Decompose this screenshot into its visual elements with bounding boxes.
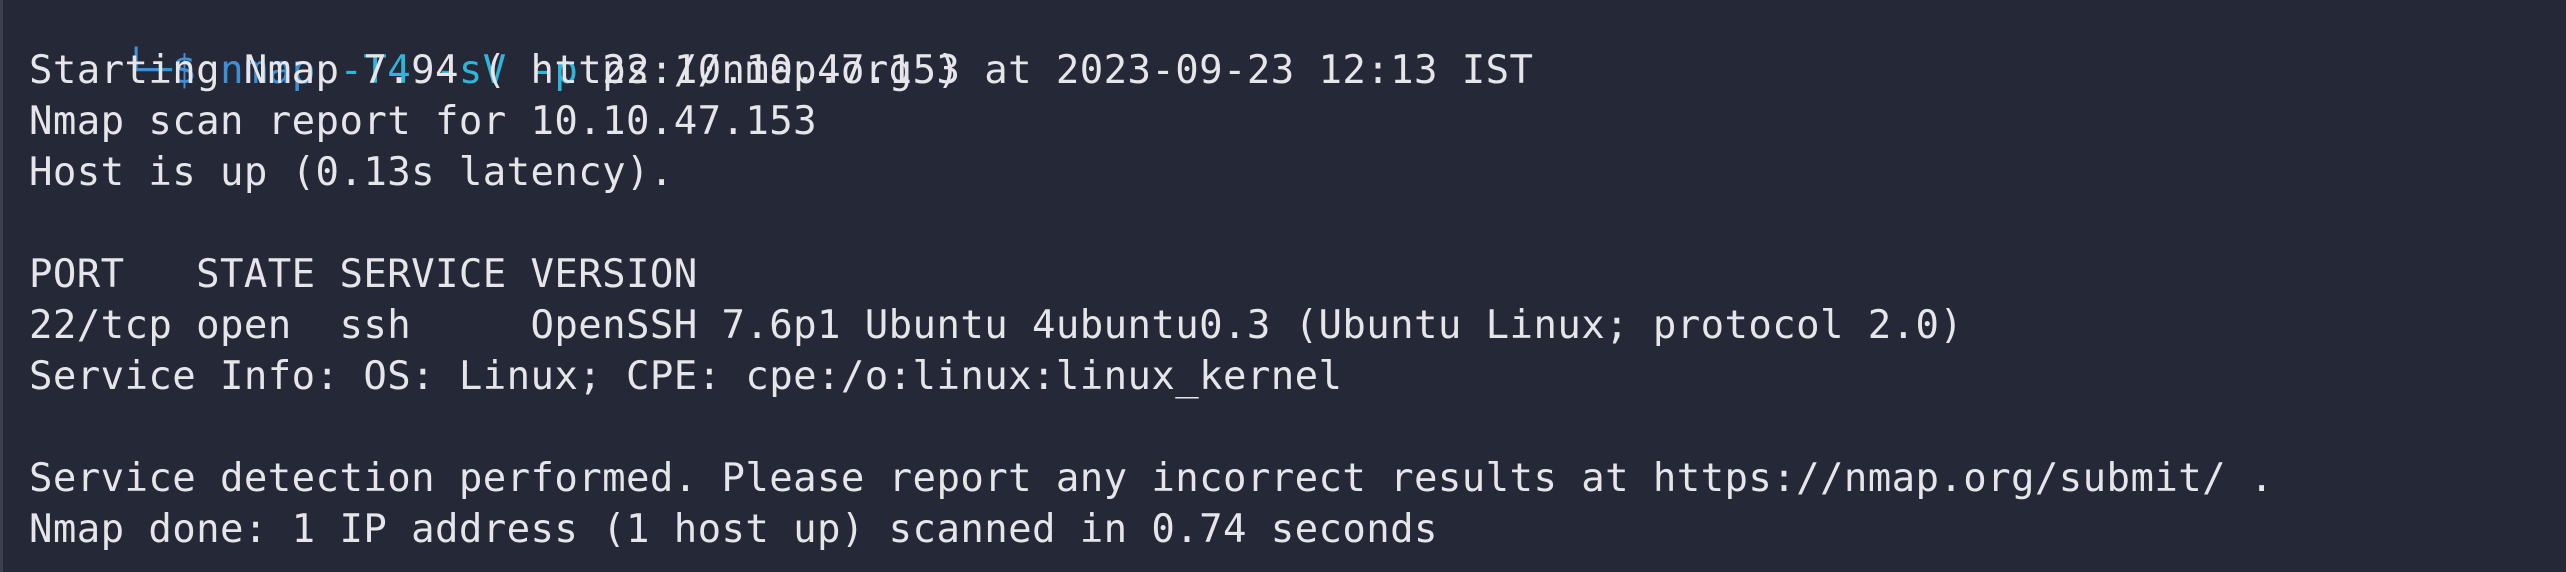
output-line-starting: Starting Nmap 7.94 ( https://nmap.org ) …	[29, 48, 1534, 93]
output-line-scan-report: Nmap scan report for 10.10.47.153	[29, 99, 818, 144]
output-line-nmap-done: Nmap done: 1 IP address (1 host up) scan…	[29, 507, 1438, 552]
output-line-port-22: 22/tcp open ssh OpenSSH 7.6p1 Ubuntu 4ub…	[29, 303, 1964, 348]
terminal-window[interactable]: └─$ nmap -T4 -sV -p 22 10.10.47.153 Star…	[0, 0, 2566, 572]
prompt-line: └─$ nmap -T4 -sV -p 22 10.10.47.153	[29, 0, 960, 93]
output-line-service-info: Service Info: OS: Linux; CPE: cpe:/o:lin…	[29, 354, 1343, 399]
output-line-host-up: Host is up (0.13s latency).	[29, 150, 674, 195]
output-line-service-detection: Service detection performed. Please repo…	[29, 456, 2274, 501]
output-line-port-header: PORT STATE SERVICE VERSION	[29, 252, 698, 297]
